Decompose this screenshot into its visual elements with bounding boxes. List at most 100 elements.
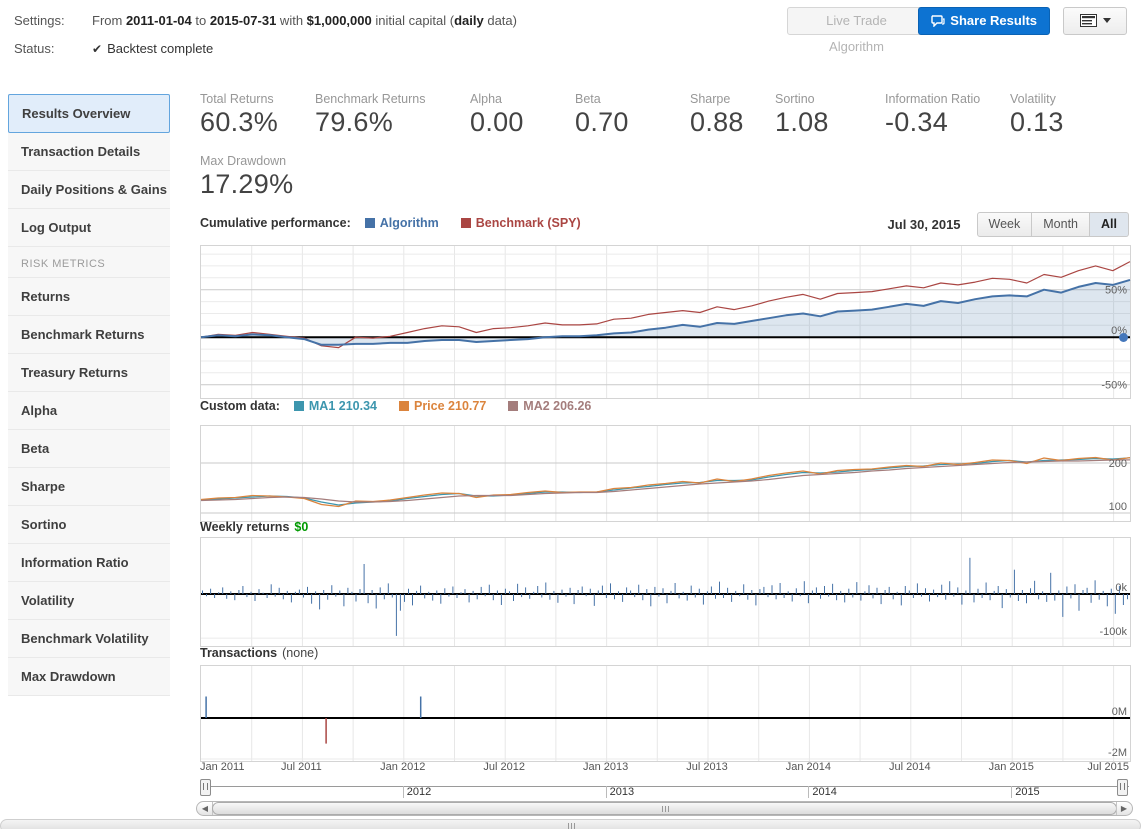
settings-text-part: with xyxy=(276,13,306,28)
metrics-row-2: Max Drawdown17.29% xyxy=(200,154,293,200)
transactions-title: Transactions xyxy=(200,646,277,660)
metric-sortino: Sortino1.08 xyxy=(775,92,885,138)
chat-bubble-icon xyxy=(931,15,945,27)
range-button-week[interactable]: Week xyxy=(977,212,1033,237)
svg-text:200: 200 xyxy=(1109,458,1127,470)
legend-swatch-icon xyxy=(365,218,375,228)
sidebar-item-alpha[interactable]: Alpha xyxy=(8,392,170,430)
live-trade-button[interactable]: Live Trade Algorithm xyxy=(787,7,926,35)
sidebar-item-transaction-details[interactable]: Transaction Details xyxy=(8,133,170,171)
list-icon xyxy=(1080,14,1097,27)
status-row: Status:✔Backtest complete xyxy=(14,41,213,56)
sidebar-item-daily-positions-gains[interactable]: Daily Positions & Gains xyxy=(8,171,170,209)
range-button-month[interactable]: Month xyxy=(1032,212,1090,237)
settings-text-part: initial capital ( xyxy=(372,13,454,28)
svg-text:0M: 0M xyxy=(1112,706,1127,718)
metric-value: -0.34 xyxy=(885,107,1010,138)
check-icon: ✔ xyxy=(92,42,102,56)
settings-row: Settings:From 2011-01-04 to 2015-07-31 w… xyxy=(14,13,517,28)
scrollbar-left-arrow[interactable]: ◀ xyxy=(198,802,213,815)
chart-scrollbar[interactable]: ◀ ▶ xyxy=(196,801,1133,816)
share-results-label: Share Results xyxy=(950,13,1037,28)
sidebar-item-benchmark-volatility[interactable]: Benchmark Volatility xyxy=(8,620,170,658)
x-axis-label: Jul 2011 xyxy=(281,761,322,773)
series-end-marker-dot[interactable] xyxy=(1119,333,1128,342)
x-axis-label: Jan 2014 xyxy=(786,761,831,773)
backtest-results-page: Settings:From 2011-01-04 to 2015-07-31 w… xyxy=(0,0,1141,829)
custom-data-chart[interactable]: 200 100 xyxy=(200,425,1131,522)
metric-label: Max Drawdown xyxy=(200,154,293,168)
page-scrollbar[interactable] xyxy=(0,819,1141,829)
caret-down-icon xyxy=(1103,18,1111,23)
custom-data-legend-row: Custom data: MA1 210.34Price 210.77MA2 2… xyxy=(200,399,613,413)
sidebar-item-benchmark-returns[interactable]: Benchmark Returns xyxy=(8,316,170,354)
transactions-row: Transactions (none) xyxy=(200,646,318,660)
scrollbar-thumb[interactable] xyxy=(212,802,1117,815)
sidebar: Results OverviewTransaction DetailsDaily… xyxy=(8,94,170,696)
sidebar-item-beta[interactable]: Beta xyxy=(8,430,170,468)
x-axis-label: Jan 2015 xyxy=(989,761,1034,773)
sidebar-section-risk-metrics: RISK METRICS xyxy=(8,247,170,278)
weekly-returns-chart[interactable]: 0k-100k xyxy=(200,537,1131,647)
range-button-all[interactable]: All xyxy=(1090,212,1129,237)
settings-text-part: daily xyxy=(454,13,484,28)
metric-value: 0.00 xyxy=(470,107,575,138)
cumulative-legend-row: Cumulative performance: AlgorithmBenchma… xyxy=(200,216,603,230)
legend-item-ma1-210-34: MA1 210.34 xyxy=(294,399,377,413)
metric-value: 79.6% xyxy=(315,107,470,138)
x-axis-label: Jul 2015 xyxy=(1087,761,1129,773)
navigator-year-label: 2015 xyxy=(1011,786,1039,798)
settings-text-part: From xyxy=(92,13,126,28)
metric-value: 0.70 xyxy=(575,107,690,138)
metric-value: 0.13 xyxy=(1010,107,1110,138)
navigator-right-handle[interactable] xyxy=(1117,779,1128,796)
x-axis-labels: Jan 2011Jul 2011Jan 2012Jul 2012Jan 2013… xyxy=(200,761,1129,775)
x-axis-label: Jul 2013 xyxy=(686,761,728,773)
svg-text:100: 100 xyxy=(1109,501,1127,513)
metric-label: Alpha xyxy=(470,92,575,106)
metric-value: 60.3% xyxy=(200,107,315,138)
range-navigator[interactable]: 2012201320142015 xyxy=(200,782,1129,800)
sidebar-item-volatility[interactable]: Volatility xyxy=(8,582,170,620)
legend-swatch-icon xyxy=(461,218,471,228)
scrollbar-right-arrow[interactable]: ▶ xyxy=(1116,802,1131,815)
sidebar-item-log-output[interactable]: Log Output xyxy=(8,209,170,247)
navigator-year-label: 2013 xyxy=(606,786,634,798)
metric-value: 0.88 xyxy=(690,107,775,138)
navigator-track xyxy=(200,786,1129,787)
x-axis-label: Jan 2013 xyxy=(583,761,628,773)
sidebar-item-results-overview[interactable]: Results Overview xyxy=(8,94,170,133)
legend-item-benchmark-spy-: Benchmark (SPY) xyxy=(461,216,581,230)
sidebar-item-returns[interactable]: Returns xyxy=(8,278,170,316)
metric-label: Sortino xyxy=(775,92,885,106)
metric-information-ratio: Information Ratio-0.34 xyxy=(885,92,1010,138)
weekly-returns-row: Weekly returns $0 xyxy=(200,520,322,534)
report-menu-button[interactable] xyxy=(1063,7,1127,35)
metric-alpha: Alpha0.00 xyxy=(470,92,575,138)
transactions-value: (none) xyxy=(282,646,318,660)
svg-text:50%: 50% xyxy=(1105,285,1127,297)
transactions-chart[interactable]: 0M-2M xyxy=(200,665,1131,762)
metric-value: 1.08 xyxy=(775,107,885,138)
x-axis-label: Jul 2012 xyxy=(483,761,525,773)
cumulative-performance-chart[interactable]: 50%0%-50% xyxy=(200,245,1131,399)
sidebar-item-max-drawdown[interactable]: Max Drawdown xyxy=(8,658,170,696)
sidebar-item-sortino[interactable]: Sortino xyxy=(8,506,170,544)
sidebar-item-information-ratio[interactable]: Information Ratio xyxy=(8,544,170,582)
range-button-group: WeekMonthAll xyxy=(977,212,1129,237)
x-axis-label: Jul 2014 xyxy=(889,761,931,773)
metric-label: Information Ratio xyxy=(885,92,1010,106)
weekly-returns-value: $0 xyxy=(294,520,308,534)
legend-swatch-icon xyxy=(294,401,304,411)
sidebar-item-treasury-returns[interactable]: Treasury Returns xyxy=(8,354,170,392)
cumulative-legend: AlgorithmBenchmark (SPY) xyxy=(365,216,603,230)
cumulative-title: Cumulative performance: xyxy=(200,216,351,230)
status-label: Status: xyxy=(14,41,92,56)
sidebar-item-sharpe[interactable]: Sharpe xyxy=(8,468,170,506)
navigator-year-label: 2014 xyxy=(808,786,836,798)
custom-data-legend: MA1 210.34Price 210.77MA2 206.26 xyxy=(294,399,614,413)
metric-label: Sharpe xyxy=(690,92,775,106)
metric-total-returns: Total Returns60.3% xyxy=(200,92,315,138)
share-results-button[interactable]: Share Results xyxy=(918,7,1050,35)
navigator-left-handle[interactable] xyxy=(200,779,211,796)
